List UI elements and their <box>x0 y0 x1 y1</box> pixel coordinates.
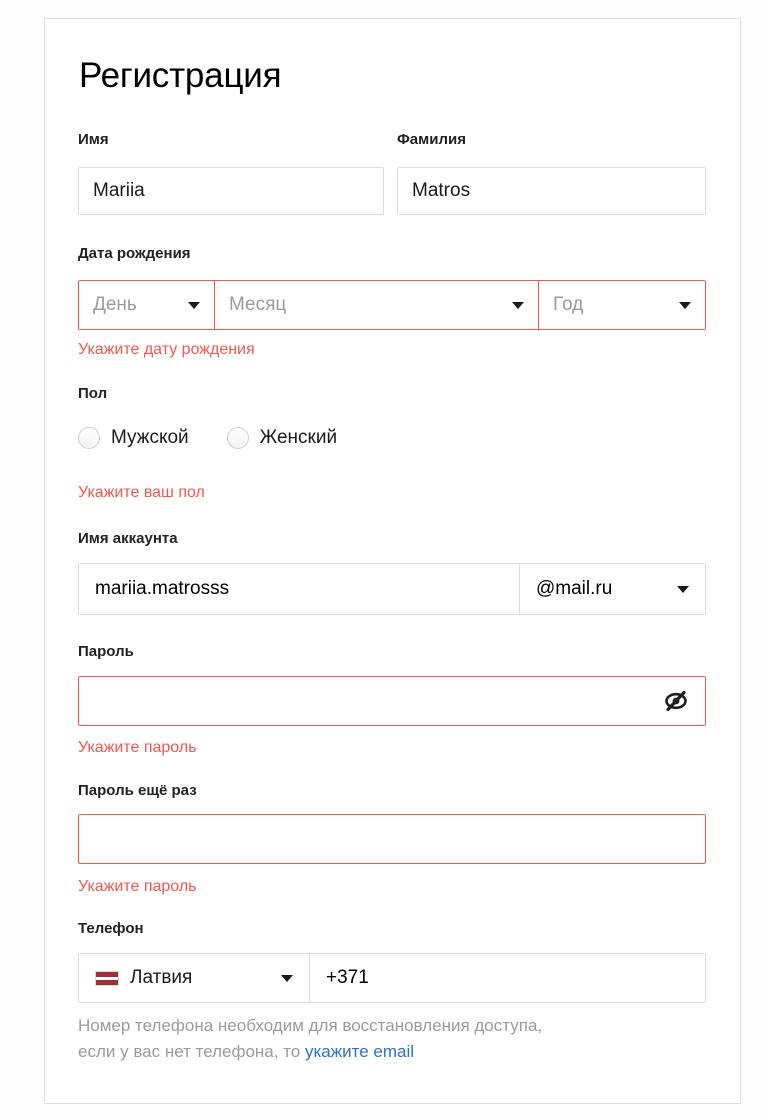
birth-date-row: День Месяц Год <box>78 280 706 330</box>
phone-help-line-2: если у вас нет телефона, то укажите emai… <box>78 1039 718 1065</box>
chevron-down-icon <box>512 301 524 309</box>
chevron-down-icon <box>679 301 691 309</box>
phone-row: Латвия +371 <box>78 953 706 1003</box>
gender-options: Мужской Женский <box>78 427 337 449</box>
phone-help-prefix: если у вас нет телефона, то <box>78 1042 305 1062</box>
radio-icon[interactable] <box>78 427 100 449</box>
account-name-row: mariia.matrosss @mail.ru <box>78 563 706 615</box>
first-name-input[interactable]: Mariia <box>78 167 384 215</box>
phone-help-text: Номер телефона необходим для восстановле… <box>78 1013 718 1066</box>
phone-label: Телефон <box>78 920 144 937</box>
phone-number-input[interactable]: +371 <box>310 953 706 1003</box>
radio-icon[interactable] <box>226 427 249 449</box>
chevron-down-icon <box>188 301 200 309</box>
password-repeat-error: Укажите пароль <box>78 878 197 895</box>
account-name-value: mariia.matrosss <box>95 578 230 599</box>
password-repeat-input[interactable] <box>78 814 706 864</box>
chevron-down-icon <box>677 585 689 593</box>
account-domain-select[interactable]: @mail.ru <box>520 563 706 615</box>
password-repeat-label: Пароль ещё раз <box>78 782 197 799</box>
birth-day-value: День <box>93 294 137 315</box>
phone-number-value: +371 <box>326 967 369 988</box>
account-domain-value: @mail.ru <box>536 578 613 599</box>
eye-slash-icon[interactable] <box>661 688 691 714</box>
last-name-value: Matros <box>412 180 471 201</box>
gender-option-male[interactable]: Мужской <box>78 427 189 449</box>
birth-day-select[interactable]: День <box>78 280 215 330</box>
birth-date-error: Укажите дату рождения <box>78 341 255 358</box>
password-label: Пароль <box>78 643 134 660</box>
card-inner: Регистрация <box>79 39 707 96</box>
card-bottom-divider <box>44 1103 741 1104</box>
gender-option-female[interactable]: Женский <box>226 427 338 449</box>
birth-date-label: Дата рождения <box>78 245 191 262</box>
chevron-down-icon <box>281 974 293 982</box>
account-name-label: Имя аккаунта <box>78 530 178 547</box>
gender-label: Пол <box>78 385 108 402</box>
gender-option-female-label: Женский <box>259 427 338 448</box>
birth-month-value: Месяц <box>229 294 287 315</box>
first-name-value: Mariia <box>93 180 145 201</box>
gender-error: Укажите ваш пол <box>78 484 205 501</box>
password-error: Укажите пароль <box>78 739 197 756</box>
registration-page: Регистрация Имя Фамилия Mariia Matros Да… <box>0 0 768 1116</box>
gender-option-male-label: Мужской <box>111 427 189 448</box>
password-input[interactable] <box>78 676 706 726</box>
specify-email-link[interactable]: укажите email <box>305 1042 414 1061</box>
last-name-input[interactable]: Matros <box>397 167 706 215</box>
birth-year-select[interactable]: Год <box>539 280 706 330</box>
first-name-label: Имя <box>78 131 109 148</box>
phone-help-line-1: Номер телефона необходим для восстановле… <box>78 1016 543 1035</box>
latvia-flag-icon <box>95 970 119 986</box>
account-name-input[interactable]: mariia.matrosss <box>78 563 520 615</box>
last-name-label: Фамилия <box>397 131 466 148</box>
phone-country-value: Латвия <box>130 967 193 988</box>
birth-year-value: Год <box>553 294 584 315</box>
page-title: Регистрация <box>79 56 282 95</box>
birth-month-select[interactable]: Месяц <box>215 280 539 330</box>
phone-country-select[interactable]: Латвия <box>78 953 310 1003</box>
